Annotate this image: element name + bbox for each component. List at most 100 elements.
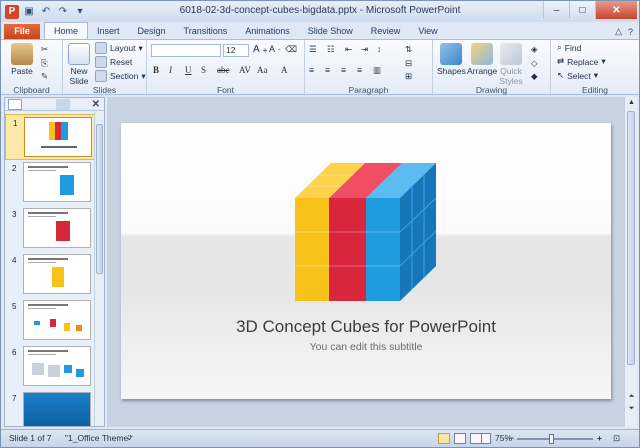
slide-subtitle[interactable]: You can edit this subtitle [121,341,611,353]
3d-cubes-graphic [295,163,437,301]
line-spacing-icon[interactable]: ↕ [377,44,381,54]
slide-show-icon[interactable] [481,433,491,444]
tab-design[interactable]: Design [129,24,175,39]
current-slide[interactable]: 3D Concept Cubes for PowerPoint You can … [121,123,611,399]
align-right-icon[interactable]: ≡ [341,65,346,75]
align-center-icon[interactable]: ≡ [325,65,330,75]
zoom-slider-handle[interactable] [549,434,554,444]
save-icon[interactable]: ▣ [22,5,36,19]
outline-tab[interactable] [56,98,70,110]
increase-indent-icon[interactable]: ⇥ [361,44,368,55]
scroll-up-icon[interactable]: ▲ [626,99,637,109]
font-color-icon[interactable]: A [281,65,288,75]
customize-qat-icon[interactable]: ▾ [73,5,87,19]
decrease-indent-icon[interactable]: ⇤ [345,44,352,55]
tab-insert[interactable]: Insert [88,24,129,39]
align-left-icon[interactable]: ≡ [309,65,314,75]
slide-thumbnail-5[interactable]: 5 [5,298,95,344]
shadow-icon[interactable]: S [201,65,206,75]
slide-sorter-icon[interactable] [454,433,466,444]
find-button[interactable]: ⌕ Find [557,42,581,53]
clear-formatting-icon[interactable]: ⌫ [285,44,297,55]
slide-thumbnail-1[interactable]: 1 [5,114,95,160]
smartart-icon[interactable]: ⊞ [405,71,412,82]
slides-tab[interactable] [8,98,22,110]
quick-styles-button[interactable]: Quick Styles [499,43,523,86]
zoom-out-icon[interactable]: − [509,433,514,443]
shapes-button[interactable]: Shapes [437,43,466,76]
align-text-icon[interactable]: ⊟ [405,58,412,69]
reset-button[interactable]: Reset [95,56,132,68]
fit-slide-icon[interactable]: ⊡ [613,433,620,444]
font-size-field[interactable]: 12 [223,44,249,57]
tab-transitions[interactable]: Transitions [175,24,237,39]
close-button[interactable]: ✕ [595,1,637,19]
slide-thumbnail-6[interactable]: 6 [5,344,95,390]
underline-icon[interactable]: U [185,65,192,75]
tab-view[interactable]: View [409,24,446,39]
zoom-in-icon[interactable]: + [597,433,602,443]
thumb-title-line [41,146,77,148]
next-slide-icon[interactable]: ⏷ [626,405,637,415]
minimize-ribbon-icon[interactable]: △ [615,26,622,37]
slide-thumbnail-7[interactable]: 7 [5,390,95,426]
spellcheck-icon[interactable]: ✓ [127,433,134,444]
arrange-button[interactable]: Arrange [467,43,497,76]
scroll-thumb[interactable] [96,124,103,274]
layout-label: Layout [110,43,136,53]
tab-slide-show[interactable]: Slide Show [299,24,362,39]
section-button[interactable]: Section ▾ [95,70,146,82]
copy-icon[interactable]: ⎘ [41,58,48,69]
slide-title[interactable]: 3D Concept Cubes for PowerPoint [121,317,611,337]
layout-button[interactable]: Layout ▾ [95,42,143,54]
reset-label: Reset [110,57,133,67]
grow-font-icon[interactable]: A + [253,44,268,55]
tab-home[interactable]: Home [44,22,89,39]
scroll-thumb[interactable] [627,111,635,365]
redo-icon[interactable]: ↷ [56,5,70,19]
tab-animations[interactable]: Animations [236,24,299,39]
minimize-button[interactable]: – [543,1,569,19]
powerpoint-app-icon[interactable]: P [5,4,19,19]
shape-outline-icon[interactable]: ◇ [531,58,538,69]
undo-icon[interactable]: ↶ [39,5,53,19]
bullets-icon[interactable]: ☰ [309,44,317,55]
replace-button[interactable]: ⇄ Replace ▾ [557,56,606,67]
italic-icon[interactable]: I [169,65,172,75]
shape-fill-icon[interactable]: ◈ [531,44,538,55]
new-slide-button[interactable]: New Slide [67,43,91,86]
slide-editing-area: 3D Concept Cubes for PowerPoint You can … [107,97,624,427]
tab-review[interactable]: Review [362,24,410,39]
format-painter-icon[interactable]: ✎ [41,71,48,82]
shrink-font-icon[interactable]: A- [269,44,281,54]
numbering-icon[interactable]: ☷ [327,44,335,55]
theme-name: "1_Office Theme" [65,433,132,443]
select-button[interactable]: ↖ Select ▾ [557,70,598,81]
slide-thumbnail-2[interactable]: 2 [5,160,95,206]
slides-pane-header: ✕ [5,98,104,111]
maximize-button[interactable]: □ [569,1,595,19]
font-name-field[interactable] [151,44,221,57]
normal-view-icon[interactable] [438,433,450,444]
thumb-cube [32,363,44,375]
paste-button[interactable]: Paste [11,43,33,76]
previous-slide-icon[interactable]: ⏶ [626,393,637,403]
shape-effects-icon[interactable]: ◆ [531,71,538,82]
justify-icon[interactable]: ≡ [357,65,362,75]
change-case-icon[interactable]: Aa [257,65,268,75]
slides-pane-scrollbar[interactable] [94,112,104,426]
character-spacing-icon[interactable]: AV [239,65,251,75]
slide-thumbnail-4[interactable]: 4 [5,252,95,298]
cut-icon[interactable]: ✂ [41,44,48,55]
columns-icon[interactable]: ▥ [373,65,381,76]
tab-file[interactable]: File [4,24,40,39]
strikethrough-icon[interactable]: abc [217,65,230,75]
bold-icon[interactable]: B [153,65,159,75]
help-icon[interactable]: ? [628,27,633,37]
text-direction-icon[interactable]: ⇅ [405,44,412,55]
slide-scrollbar[interactable]: ▲ ⏶ ⏷ [624,97,637,427]
slide-thumbnail-3[interactable]: 3 [5,206,95,252]
zoom-slider[interactable] [517,438,593,440]
close-pane-icon[interactable]: ✕ [92,99,100,110]
slide-number: 6 [12,348,17,357]
